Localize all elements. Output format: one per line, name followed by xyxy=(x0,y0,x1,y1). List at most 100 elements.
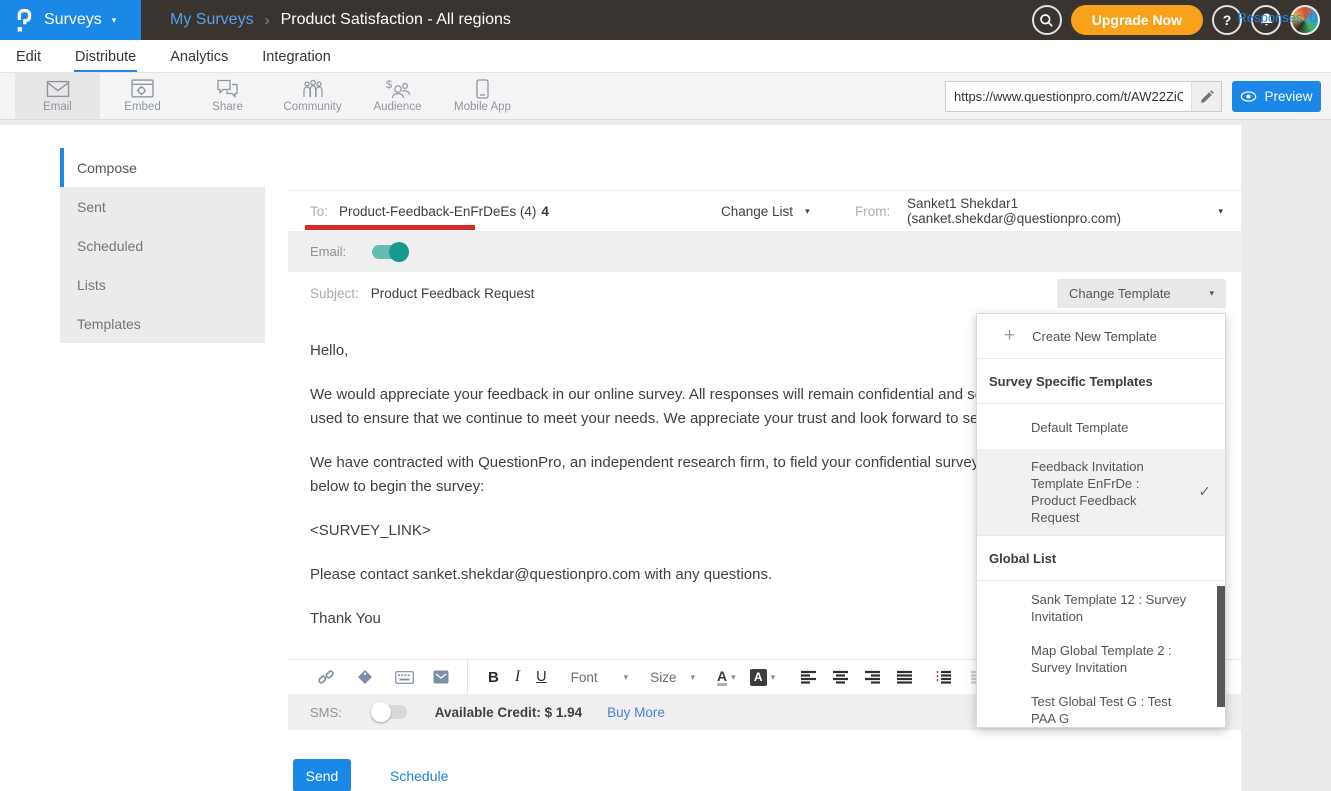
alignment-group xyxy=(797,670,991,684)
questionpro-logo-icon xyxy=(15,7,34,33)
sidebar-item-compose-label: Compose xyxy=(77,160,137,176)
tab-integration[interactable]: Integration xyxy=(261,49,332,72)
font-family-dropdown[interactable]: Font ▾ xyxy=(571,670,629,685)
channel-audience[interactable]: $ Audience xyxy=(355,73,440,119)
channel-share[interactable]: Share xyxy=(185,73,270,119)
page-title: Product Satisfaction - All regions xyxy=(281,11,511,29)
sidebar-item-templates[interactable]: Templates xyxy=(60,304,265,343)
breadcrumb-separator: › xyxy=(265,12,270,29)
align-left-button[interactable] xyxy=(797,670,821,684)
insert-tag-button[interactable] xyxy=(353,669,377,685)
from-label: From: xyxy=(855,204,890,219)
edit-url-button[interactable] xyxy=(1191,82,1221,111)
channel-mobile-app[interactable]: Mobile App xyxy=(440,73,525,119)
font-size-dropdown[interactable]: Size ▾ xyxy=(650,670,695,685)
sidebar-item-sent[interactable]: Sent xyxy=(60,187,265,226)
question-mark-icon: ? xyxy=(1223,12,1232,28)
section-tabs: Edit Distribute Analytics Integration xyxy=(0,40,1331,73)
channel-toolbar: Email Embed Share Community $ Audience xyxy=(0,73,1331,120)
responses-count: Responses: 0 xyxy=(1238,10,1318,25)
indent-button[interactable] xyxy=(931,670,955,684)
breadcrumb-my-surveys[interactable]: My Surveys xyxy=(170,11,254,29)
change-list-label: Change List xyxy=(721,204,793,219)
highlight-color-button[interactable]: A ▾ xyxy=(750,669,776,686)
embed-window-icon xyxy=(131,79,154,99)
channel-email[interactable]: Email xyxy=(15,73,100,119)
dollar-people-icon: $ xyxy=(385,79,411,99)
dropdown-scrollbar[interactable] xyxy=(1217,586,1225,707)
sms-toggle[interactable] xyxy=(373,705,407,719)
text-color-button[interactable]: A ▾ xyxy=(717,669,736,686)
text-color-a-icon: A xyxy=(717,669,727,686)
sidebar-item-compose[interactable]: Compose xyxy=(60,148,265,187)
bold-button[interactable]: B xyxy=(480,669,507,686)
align-center-icon xyxy=(833,670,849,684)
available-credit: Available Credit: $ 1.94 xyxy=(435,705,582,720)
template-item-map-global-2[interactable]: Map Global Template 2 : Survey Invitatio… xyxy=(977,632,1225,683)
align-right-icon xyxy=(865,670,881,684)
justify-icon xyxy=(897,670,913,684)
tab-edit[interactable]: Edit xyxy=(15,49,42,72)
tab-distribute[interactable]: Distribute xyxy=(74,49,137,72)
channel-community[interactable]: Community xyxy=(270,73,355,119)
to-list-name[interactable]: Product-Feedback-EnFrDeEs (4) xyxy=(339,204,536,219)
underline-button[interactable]: U xyxy=(528,669,554,685)
keyboard-button[interactable] xyxy=(392,671,416,684)
sidebar-item-lists-label: Lists xyxy=(77,277,106,293)
from-sender-dropdown[interactable]: Sanket1 Shekdar1 (sanket.shekdar@questio… xyxy=(907,196,1223,226)
align-right-button[interactable] xyxy=(861,670,885,684)
channel-embed[interactable]: Embed xyxy=(100,73,185,119)
channel-mobile-app-label: Mobile App xyxy=(454,101,511,113)
template-item-default[interactable]: Default Template xyxy=(977,404,1225,449)
channel-email-label: Email xyxy=(43,101,72,113)
check-icon: ✓ xyxy=(1198,484,1211,501)
tab-analytics[interactable]: Analytics xyxy=(169,49,229,72)
survey-specific-templates-header: Survey Specific Templates xyxy=(977,359,1225,404)
subject-input[interactable]: Product Feedback Request xyxy=(371,286,535,301)
envelope-icon xyxy=(46,80,70,99)
top-bar: Surveys ▾ My Surveys › Product Satisfact… xyxy=(0,0,1331,40)
template-item-label: Feedback Invitation Template EnFrDe : Pr… xyxy=(1031,459,1144,525)
search-button[interactable] xyxy=(1032,5,1062,35)
chevron-down-icon: ▾ xyxy=(624,673,629,682)
change-template-button[interactable]: Change Template ▾ xyxy=(1057,279,1226,308)
align-left-icon xyxy=(801,670,817,684)
template-item-sank-12[interactable]: Sank Template 12 : Survey Invitation xyxy=(977,581,1225,632)
subject-row: Subject: Product Feedback Request Change… xyxy=(288,272,1241,315)
preview-button[interactable]: Preview xyxy=(1232,81,1321,112)
size-label: Size xyxy=(650,670,676,685)
highlight-a-icon: A xyxy=(750,669,767,686)
mobile-phone-icon xyxy=(476,79,489,99)
send-button[interactable]: Send xyxy=(293,759,351,791)
eye-icon xyxy=(1240,91,1257,102)
chevron-down-icon: ▾ xyxy=(690,673,695,682)
insert-email-button[interactable] xyxy=(429,670,453,684)
survey-url-input[interactable] xyxy=(946,89,1191,104)
sidebar-item-scheduled[interactable]: Scheduled xyxy=(60,226,265,265)
email-toggle[interactable] xyxy=(372,245,406,259)
justify-button[interactable] xyxy=(893,670,917,684)
preview-label: Preview xyxy=(1264,89,1312,104)
sidebar-item-sent-label: Sent xyxy=(77,199,106,215)
create-new-template-item[interactable]: + Create New Template xyxy=(977,314,1225,359)
sidebar-item-templates-label: Templates xyxy=(77,316,141,332)
chevron-down-icon: ▾ xyxy=(771,673,776,682)
insert-link-button[interactable] xyxy=(314,669,338,685)
italic-button[interactable]: I xyxy=(507,668,528,686)
template-item-test-global[interactable]: Test Global Test G : Test PAA G xyxy=(977,683,1225,727)
align-center-button[interactable] xyxy=(829,670,853,684)
upgrade-now-button[interactable]: Upgrade Now xyxy=(1071,5,1203,35)
to-row: To: Product-Feedback-EnFrDeEs (4) 4 Chan… xyxy=(288,190,1241,231)
chevron-down-icon: ▾ xyxy=(112,16,117,25)
to-label: To: xyxy=(310,204,328,219)
buy-more-link[interactable]: Buy More xyxy=(607,705,665,720)
sidebar-item-lists[interactable]: Lists xyxy=(60,265,265,304)
change-list-dropdown[interactable]: Change List ▾ xyxy=(721,204,810,219)
product-menu[interactable]: Surveys ▾ xyxy=(0,0,141,40)
app-root: Surveys ▾ My Surveys › Product Satisfact… xyxy=(0,0,1331,791)
toggle-knob xyxy=(371,702,391,722)
template-item-feedback-invitation[interactable]: Feedback Invitation Template EnFrDe : Pr… xyxy=(977,449,1225,535)
chat-bubbles-icon xyxy=(216,79,239,99)
schedule-link[interactable]: Schedule xyxy=(390,768,448,784)
email-toggle-row: Email: xyxy=(288,231,1241,272)
